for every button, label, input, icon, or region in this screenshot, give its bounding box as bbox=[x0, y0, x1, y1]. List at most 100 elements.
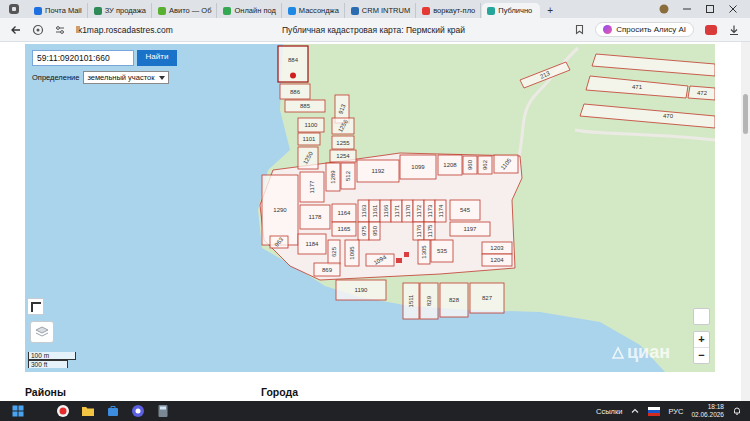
parcel[interactable]: 1197 bbox=[450, 222, 490, 236]
parcel[interactable]: 213 bbox=[520, 62, 570, 88]
parcel[interactable]: 535 bbox=[431, 240, 453, 262]
download-icon[interactable] bbox=[728, 24, 740, 36]
parcel[interactable]: 1203 bbox=[482, 242, 512, 254]
parcel[interactable]: 471 bbox=[586, 76, 688, 98]
protect-icon[interactable] bbox=[32, 24, 44, 36]
back-arrow-icon[interactable] bbox=[10, 24, 22, 36]
scrollbar[interactable] bbox=[741, 42, 750, 401]
find-button[interactable]: Найти bbox=[137, 50, 177, 66]
parcel[interactable]: 1173 bbox=[424, 200, 435, 222]
close-icon[interactable] bbox=[728, 4, 738, 14]
parcel[interactable]: 950 bbox=[369, 222, 380, 240]
parcel[interactable]: 512 bbox=[341, 163, 355, 189]
parcel[interactable]: 1172 bbox=[413, 200, 424, 222]
folder-icon[interactable] bbox=[81, 404, 95, 418]
browser-tab[interactable]: ЗУ продажа bbox=[89, 3, 152, 18]
parcel[interactable]: 960 bbox=[463, 156, 477, 174]
browser-tab[interactable]: воркаут-пло bbox=[417, 3, 481, 18]
parcel[interactable]: 827 bbox=[470, 283, 504, 313]
tray-chevron-icon[interactable] bbox=[630, 406, 640, 416]
definition-select[interactable]: земельный участок bbox=[83, 71, 168, 84]
parcel[interactable]: 1184 bbox=[298, 234, 326, 254]
parcel[interactable]: 472 bbox=[688, 86, 715, 100]
parcel[interactable]: 1166 bbox=[380, 200, 391, 222]
minimize-icon[interactable] bbox=[682, 4, 692, 14]
parcel[interactable]: 1255 bbox=[332, 136, 354, 149]
parcel[interactable]: 1254 bbox=[330, 150, 356, 162]
cadastral-map[interactable]: 8848868859131100110112561255125012541177… bbox=[25, 44, 715, 372]
parcel[interactable]: 1099 bbox=[400, 155, 436, 179]
parcel[interactable]: 1094 bbox=[366, 254, 394, 266]
parcel[interactable]: 1105 bbox=[494, 155, 518, 173]
parcel[interactable]: 869 bbox=[314, 263, 340, 276]
parcel[interactable]: 975 bbox=[358, 222, 369, 240]
parcel[interactable]: 1095 bbox=[345, 240, 359, 266]
app-icon[interactable] bbox=[131, 404, 145, 418]
browser-tab[interactable]: Авито — Об bbox=[153, 3, 218, 18]
site-info-icon[interactable] bbox=[54, 24, 66, 36]
parcel[interactable]: 625 bbox=[328, 240, 340, 264]
browser-tab[interactable]: Массонджа bbox=[283, 3, 345, 18]
select-area-button[interactable] bbox=[27, 298, 44, 315]
profile-icon[interactable] bbox=[659, 4, 669, 14]
parcel[interactable]: 1250 bbox=[298, 147, 318, 169]
parcel[interactable]: 1164 bbox=[332, 204, 356, 222]
parcel[interactable]: 1174 bbox=[435, 200, 446, 222]
store-icon[interactable] bbox=[106, 404, 120, 418]
parcel[interactable]: 1305 bbox=[418, 240, 430, 264]
fullscreen-button[interactable] bbox=[693, 308, 710, 325]
parcel[interactable]: 1101 bbox=[298, 133, 320, 145]
parcel[interactable]: 828 bbox=[440, 283, 468, 317]
parcel[interactable]: 470 bbox=[580, 104, 715, 128]
parcel[interactable]: 886 bbox=[280, 84, 310, 99]
parcel[interactable]: 963 bbox=[270, 236, 288, 248]
parcel[interactable]: 1170 bbox=[402, 200, 413, 222]
parcel[interactable]: 962 bbox=[478, 156, 492, 174]
parcel[interactable]: 1208 bbox=[438, 155, 462, 175]
browser-tab[interactable]: Онлайн под bbox=[218, 3, 281, 18]
bookmark-icon[interactable] bbox=[574, 24, 585, 35]
parcel[interactable]: 1511 bbox=[403, 283, 419, 319]
windows-start-icon[interactable] bbox=[12, 405, 24, 417]
map-canvas[interactable]: 8848868859131100110112561255125012541177… bbox=[25, 44, 715, 372]
parcel[interactable]: 1190 bbox=[336, 280, 386, 300]
links-toolbar[interactable]: Ссылки bbox=[596, 407, 622, 416]
browser-menu-icon[interactable] bbox=[8, 3, 20, 15]
parcel[interactable]: 1165 bbox=[332, 222, 356, 236]
parcel[interactable]: 1290 bbox=[262, 175, 298, 245]
language-indicator[interactable]: РУС bbox=[668, 407, 683, 416]
url-field[interactable]: lk1map.roscadastres.com bbox=[76, 25, 173, 35]
parcel[interactable]: 545 bbox=[450, 200, 480, 220]
parcel[interactable]: 829 bbox=[420, 283, 438, 319]
parcel[interactable]: 1192 bbox=[357, 160, 399, 182]
zoom-in-button[interactable]: + bbox=[694, 332, 709, 348]
parcel[interactable]: 1100 bbox=[298, 118, 324, 132]
calculator-icon[interactable] bbox=[156, 404, 170, 418]
cadastral-number-input[interactable]: 59:11:0920101:660 bbox=[32, 50, 134, 66]
maximize-icon[interactable] bbox=[705, 4, 715, 14]
layers-button[interactable] bbox=[30, 321, 54, 343]
yandex-browser-icon[interactable] bbox=[56, 404, 70, 418]
parcel[interactable]: 1178 bbox=[300, 205, 330, 229]
parcel[interactable]: 1256 bbox=[332, 118, 354, 134]
new-tab-button[interactable]: + bbox=[541, 5, 559, 18]
scroll-thumb[interactable] bbox=[743, 94, 748, 134]
parcel[interactable]: 1177 bbox=[300, 172, 324, 202]
notifications-icon[interactable] bbox=[732, 406, 742, 416]
parcel[interactable]: 1175 bbox=[424, 222, 435, 240]
parcel[interactable]: 1171 bbox=[391, 200, 402, 222]
browser-tab[interactable]: Почта Mail bbox=[29, 3, 88, 18]
parcel[interactable]: 885 bbox=[285, 100, 325, 112]
parcel[interactable]: 1163 bbox=[358, 200, 369, 222]
ask-alice-button[interactable]: Спросить Алису AI bbox=[595, 22, 694, 37]
parcel[interactable]: 1204 bbox=[482, 254, 512, 266]
parcel[interactable]: 1176 bbox=[413, 222, 424, 240]
browser-tab[interactable]: CRM INTRUM bbox=[346, 3, 416, 18]
browser-tab[interactable]: Публично bbox=[482, 3, 540, 18]
parcel[interactable]: 1289 bbox=[326, 163, 340, 191]
extension-icon[interactable] bbox=[704, 24, 718, 36]
clock[interactable]: 18:1802.06.2026 bbox=[691, 403, 724, 419]
parcel[interactable]: 1161 bbox=[369, 200, 380, 222]
parcel[interactable] bbox=[592, 54, 715, 76]
parcel[interactable]: 884 bbox=[278, 46, 308, 82]
